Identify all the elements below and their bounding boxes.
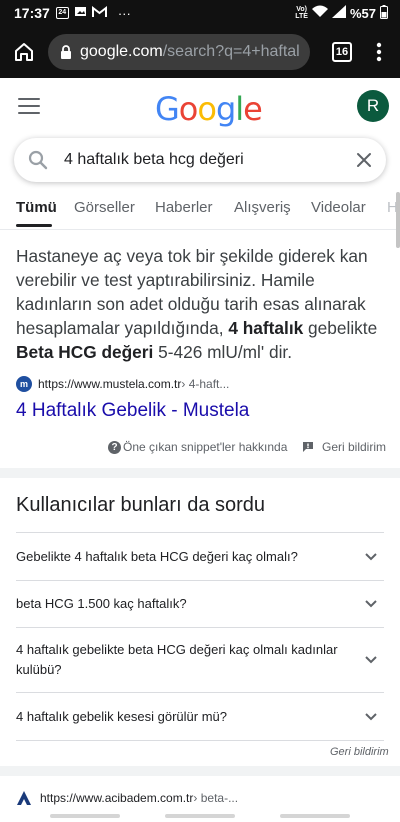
- lock-icon: [61, 45, 71, 59]
- section-divider: [0, 468, 400, 478]
- source-url: https://www.mustela.com.tr: [38, 377, 182, 391]
- search-input[interactable]: 4 haftalık beta hcg değeri: [64, 151, 356, 169]
- tab-all[interactable]: Tümü: [16, 199, 57, 216]
- home-icon: [15, 43, 33, 61]
- logo-letter: e: [243, 90, 263, 128]
- next-result-breadcrumb: › beta-...: [193, 791, 239, 805]
- active-tab-indicator: [16, 224, 52, 227]
- search-box[interactable]: 4 haftalık beta hcg değeri: [14, 138, 386, 182]
- snippet-feedback-button[interactable]: Geri bildirim: [302, 440, 386, 454]
- tab-shopping[interactable]: Alışveriş: [234, 199, 291, 216]
- gallery-icon: [74, 5, 87, 21]
- wifi-icon: [311, 5, 328, 21]
- snippet-source[interactable]: m https://www.mustela.com.tr › 4-haft...: [16, 376, 229, 392]
- paa-question[interactable]: 4 haftalık gebelikte beta HCG değeri kaç…: [16, 627, 384, 692]
- volte-icon: Vo) LTE: [295, 6, 308, 20]
- source-breadcrumb: › 4-haft...: [181, 377, 230, 391]
- battery-icon: [380, 4, 388, 22]
- logo-letter: G: [155, 90, 180, 128]
- url-bar[interactable]: google.com/search?q=4+haftal: [48, 34, 310, 70]
- chevron-down-icon: [365, 552, 377, 560]
- paa-bottom-border: [16, 740, 384, 741]
- chevron-down-icon: [365, 600, 377, 608]
- status-bar: 17:37 24 ··· Vo) LTE %57: [0, 0, 400, 26]
- search-tabs: Tümü Görseller Haberler Alışveriş Videol…: [0, 190, 400, 230]
- account-avatar[interactable]: R: [357, 90, 389, 122]
- logo-letter: l: [235, 90, 244, 128]
- hamburger-menu-icon[interactable]: [18, 98, 40, 116]
- next-result-source[interactable]: https://www.acibadem.com.tr › beta-...: [16, 790, 238, 806]
- status-time: 17:37: [14, 5, 50, 21]
- paa-feedback-link[interactable]: Geri bildirim: [330, 746, 389, 758]
- nav-home-hint[interactable]: [165, 814, 235, 818]
- tab-videos[interactable]: Videolar: [311, 199, 366, 216]
- acibadem-favicon: [16, 790, 32, 806]
- nav-recent-hint[interactable]: [50, 814, 120, 818]
- chevron-down-icon: [365, 712, 377, 720]
- paa-question[interactable]: 4 haftalık gebelik kesesi görülür mü?: [16, 692, 384, 740]
- browser-menu-button[interactable]: [364, 28, 394, 76]
- scrollbar[interactable]: [396, 192, 400, 248]
- about-snippets-link[interactable]: ? Öne çıkan snippet'ler hakkında: [108, 440, 287, 454]
- mustela-favicon: m: [16, 376, 32, 392]
- gmail-icon: [91, 5, 107, 21]
- featured-snippet-text: Hastaneye aç veya tok bir şekilde gidere…: [16, 246, 378, 362]
- calendar-icon: 24: [55, 7, 69, 19]
- signal-icon: [331, 5, 346, 21]
- help-icon: ?: [108, 440, 121, 454]
- google-header: Google R: [0, 78, 400, 138]
- logo-letter: g: [215, 90, 236, 128]
- feedback-icon: [303, 442, 313, 452]
- tab-news[interactable]: Haberler: [155, 199, 213, 216]
- paa-question[interactable]: beta HCG 1.500 kaç haftalık?: [16, 580, 384, 627]
- chevron-down-icon: [365, 656, 377, 664]
- browser-toolbar: google.com/search?q=4+haftal 16: [0, 26, 400, 78]
- people-also-ask-title: Kullanıcılar bunları da sordu: [16, 494, 266, 516]
- battery-percent: %57: [349, 5, 376, 21]
- google-logo[interactable]: Google: [155, 90, 263, 128]
- more-vert-icon: [376, 42, 382, 62]
- next-result-url: https://www.acibadem.com.tr: [40, 791, 194, 805]
- url-path: /search?q=4+haftal: [162, 43, 300, 60]
- more-notifications-icon: ···: [117, 5, 131, 21]
- logo-letter: o: [197, 90, 217, 128]
- tab-count: 16: [332, 42, 352, 62]
- tab-switcher-button[interactable]: 16: [320, 28, 364, 76]
- nav-back-hint[interactable]: [280, 814, 350, 818]
- section-divider: [0, 766, 400, 776]
- result-link-mustela[interactable]: 4 Haftalık Gebelik - Mustela: [16, 400, 249, 422]
- clear-icon[interactable]: [356, 152, 372, 168]
- url-domain: google.com: [80, 43, 163, 60]
- logo-letter: o: [178, 90, 199, 128]
- tab-images[interactable]: Görseller: [74, 199, 135, 216]
- home-button[interactable]: [0, 28, 48, 76]
- paa-question[interactable]: Gebelikte 4 haftalık beta HCG değeri kaç…: [16, 532, 384, 580]
- people-also-ask-list: Gebelikte 4 haftalık beta HCG değeri kaç…: [16, 532, 384, 740]
- search-icon[interactable]: [28, 150, 48, 170]
